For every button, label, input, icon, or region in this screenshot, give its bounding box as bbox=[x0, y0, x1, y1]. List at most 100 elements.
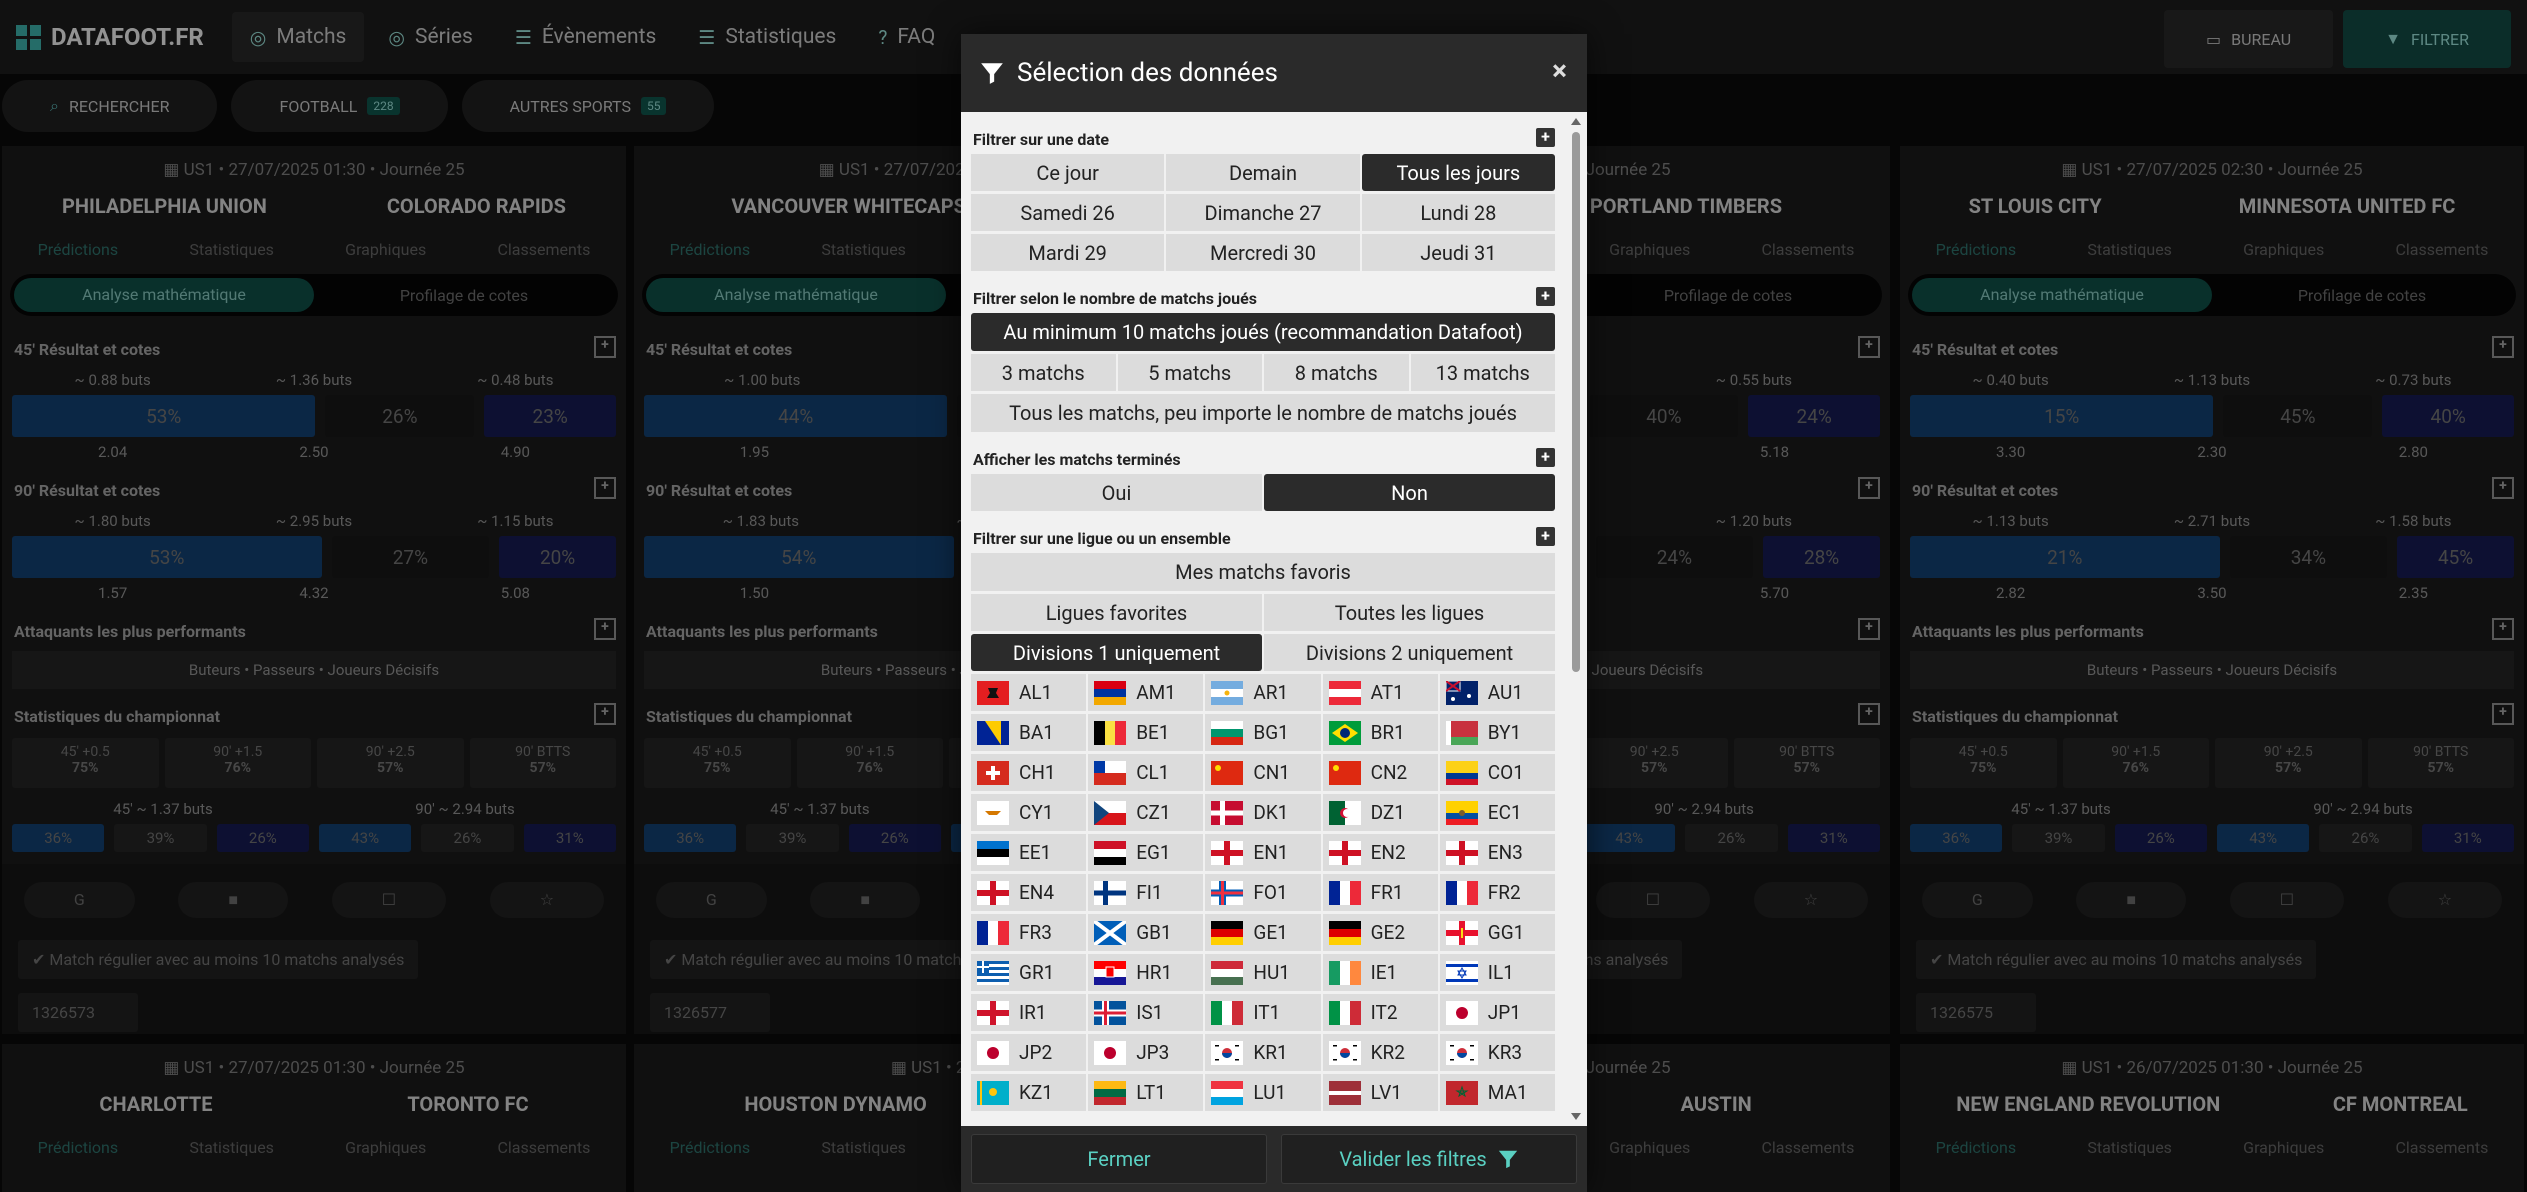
date-option[interactable]: Mercredi 30 bbox=[1166, 234, 1360, 271]
league-option-is1[interactable]: IS1 bbox=[1088, 994, 1204, 1031]
league-option-it2[interactable]: IT2 bbox=[1322, 994, 1438, 1031]
league-code: BG1 bbox=[1253, 721, 1289, 744]
league-option-en3[interactable]: EN3 bbox=[1439, 834, 1555, 871]
league-option-fr1[interactable]: FR1 bbox=[1322, 874, 1438, 911]
league-option-ee1[interactable]: EE1 bbox=[971, 834, 1087, 871]
option-ligues-favorites[interactable]: Ligues favorites bbox=[971, 594, 1262, 631]
date-option[interactable]: Mardi 29 bbox=[971, 234, 1165, 271]
matchs-count-option[interactable]: 8 matchs bbox=[1264, 354, 1409, 391]
scroll-up-arrow-icon[interactable] bbox=[1571, 118, 1581, 125]
plus-icon[interactable]: + bbox=[1536, 287, 1555, 306]
plus-icon[interactable]: + bbox=[1536, 128, 1555, 147]
league-option-fo1[interactable]: FO1 bbox=[1205, 874, 1321, 911]
date-option[interactable]: Samedi 26 bbox=[971, 194, 1165, 231]
league-option-ma1[interactable]: MA1 bbox=[1439, 1074, 1555, 1111]
league-option-lv1[interactable]: LV1 bbox=[1322, 1074, 1438, 1111]
date-option[interactable]: Dimanche 27 bbox=[1166, 194, 1360, 231]
date-option[interactable]: Jeudi 31 bbox=[1361, 234, 1555, 271]
matchs-count-option[interactable]: 5 matchs bbox=[1117, 354, 1262, 391]
league-option-fr3[interactable]: FR3 bbox=[971, 914, 1087, 951]
league-option-ba1[interactable]: BA1 bbox=[971, 714, 1087, 751]
league-option-fr2[interactable]: FR2 bbox=[1439, 874, 1555, 911]
option-non[interactable]: Non bbox=[1264, 474, 1555, 511]
option-10-matchs[interactable]: Au minimum 10 matchs joués (recommandati… bbox=[971, 313, 1555, 351]
league-option-by1[interactable]: BY1 bbox=[1439, 714, 1555, 751]
league-option-dk1[interactable]: DK1 bbox=[1205, 794, 1321, 831]
league-option-cn2[interactable]: CN2 bbox=[1322, 754, 1438, 791]
league-option-bg1[interactable]: BG1 bbox=[1205, 714, 1321, 751]
league-option-en4[interactable]: EN4 bbox=[971, 874, 1087, 911]
option-mes-favoris[interactable]: Mes matchs favoris bbox=[971, 553, 1555, 591]
league-code: IT2 bbox=[1370, 1001, 1398, 1024]
league-code: CZ1 bbox=[1136, 801, 1171, 824]
league-option-jp1[interactable]: JP1 bbox=[1439, 994, 1555, 1031]
league-option-cy1[interactable]: CY1 bbox=[971, 794, 1087, 831]
league-option-cl1[interactable]: CL1 bbox=[1088, 754, 1204, 791]
league-option-kr1[interactable]: KR1 bbox=[1205, 1034, 1321, 1071]
league-option-ge2[interactable]: GE2 bbox=[1322, 914, 1438, 951]
league-option-kr3[interactable]: KR3 bbox=[1439, 1034, 1555, 1071]
league-code: AR1 bbox=[1253, 681, 1289, 704]
league-option-lt1[interactable]: LT1 bbox=[1088, 1074, 1204, 1111]
league-option-cz1[interactable]: CZ1 bbox=[1088, 794, 1204, 831]
league-option-kz1[interactable]: KZ1 bbox=[971, 1074, 1087, 1111]
valider-filtres-button[interactable]: Valider les filtres bbox=[1281, 1134, 1577, 1184]
option-toutes-ligues[interactable]: Toutes les ligues bbox=[1264, 594, 1555, 631]
close-icon[interactable]: × bbox=[1552, 54, 1567, 87]
date-option[interactable]: Demain bbox=[1166, 154, 1360, 191]
date-option[interactable]: Tous les jours bbox=[1361, 154, 1555, 191]
league-option-hr1[interactable]: HR1 bbox=[1088, 954, 1204, 991]
league-option-au1[interactable]: AU1 bbox=[1439, 674, 1555, 711]
league-option-hu1[interactable]: HU1 bbox=[1205, 954, 1321, 991]
league-option-it1[interactable]: IT1 bbox=[1205, 994, 1321, 1031]
league-option-cn1[interactable]: CN1 bbox=[1205, 754, 1321, 791]
modal-scrollbar[interactable] bbox=[1569, 112, 1583, 1126]
league-option-lu1[interactable]: LU1 bbox=[1205, 1074, 1321, 1111]
league-option-dz1[interactable]: DZ1 bbox=[1322, 794, 1438, 831]
league-option-ir1[interactable]: IR1 bbox=[971, 994, 1087, 1031]
option-divisions-2[interactable]: Divisions 2 uniquement bbox=[1264, 634, 1555, 671]
league-option-co1[interactable]: CO1 bbox=[1439, 754, 1555, 791]
date-option[interactable]: Ce jour bbox=[971, 154, 1165, 191]
flag-be-icon bbox=[1094, 720, 1136, 745]
matchs-count-option[interactable]: 3 matchs bbox=[971, 354, 1116, 391]
league-option-en2[interactable]: EN2 bbox=[1322, 834, 1438, 871]
scrollbar-thumb[interactable] bbox=[1572, 132, 1580, 672]
option-tous-matchs[interactable]: Tous les matchs, peu importe le nombre d… bbox=[971, 394, 1555, 432]
league-option-en1[interactable]: EN1 bbox=[1205, 834, 1321, 871]
league-option-ch1[interactable]: CH1 bbox=[971, 754, 1087, 791]
league-option-kr2[interactable]: KR2 bbox=[1322, 1034, 1438, 1071]
flag-cn-icon bbox=[1328, 760, 1371, 785]
option-oui[interactable]: Oui bbox=[971, 474, 1262, 511]
league-option-at1[interactable]: AT1 bbox=[1322, 674, 1438, 711]
flag-gb-icon bbox=[1094, 920, 1136, 945]
league-option-be1[interactable]: BE1 bbox=[1088, 714, 1204, 751]
league-option-jp2[interactable]: JP2 bbox=[971, 1034, 1087, 1071]
flag-jp-icon bbox=[1094, 1040, 1136, 1065]
league-option-ie1[interactable]: IE1 bbox=[1322, 954, 1438, 991]
league-option-il1[interactable]: IL1 bbox=[1439, 954, 1555, 991]
scroll-down-arrow-icon[interactable] bbox=[1571, 1113, 1581, 1120]
matchs-count-option[interactable]: 13 matchs bbox=[1410, 354, 1555, 391]
league-option-eg1[interactable]: EG1 bbox=[1088, 834, 1204, 871]
league-option-gr1[interactable]: GR1 bbox=[971, 954, 1087, 991]
league-option-ec1[interactable]: EC1 bbox=[1439, 794, 1555, 831]
league-code: EE1 bbox=[1019, 841, 1052, 864]
fermer-button[interactable]: Fermer bbox=[971, 1134, 1267, 1184]
league-option-ge1[interactable]: GE1 bbox=[1205, 914, 1321, 951]
league-option-am1[interactable]: AM1 bbox=[1088, 674, 1204, 711]
league-option-fi1[interactable]: FI1 bbox=[1088, 874, 1204, 911]
league-option-al1[interactable]: AL1 bbox=[971, 674, 1087, 711]
option-divisions-1[interactable]: Divisions 1 uniquement bbox=[971, 634, 1262, 671]
league-option-gg1[interactable]: GG1 bbox=[1439, 914, 1555, 951]
league-option-ar1[interactable]: AR1 bbox=[1205, 674, 1321, 711]
league-code: EG1 bbox=[1136, 841, 1171, 864]
plus-icon[interactable]: + bbox=[1536, 448, 1555, 467]
plus-icon[interactable]: + bbox=[1536, 527, 1555, 546]
flag-ba-icon bbox=[977, 720, 1019, 745]
league-option-gb1[interactable]: GB1 bbox=[1088, 914, 1204, 951]
date-option[interactable]: Lundi 28 bbox=[1361, 194, 1555, 231]
league-option-jp3[interactable]: JP3 bbox=[1088, 1034, 1204, 1071]
modal-scroll-area[interactable]: Filtrer sur une date + Ce jour Demain Tous … bbox=[961, 112, 1565, 1126]
league-option-br1[interactable]: BR1 bbox=[1322, 714, 1438, 751]
